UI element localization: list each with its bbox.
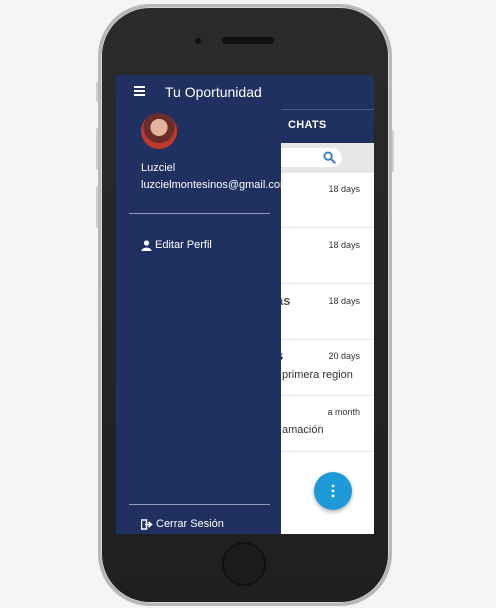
user-avatar	[141, 113, 177, 149]
item-time: 18 days	[328, 296, 360, 306]
phone-speaker	[222, 37, 274, 44]
user-name: Luzciel	[141, 162, 176, 174]
tab-chats[interactable]: CHATS	[288, 119, 327, 131]
item-time: 18 days	[328, 240, 360, 250]
drawer-divider	[129, 504, 270, 505]
navigation-drawer: Tu Oportunidad Luzciel luzcielmontesinos…	[116, 75, 289, 534]
item-time: 18 days	[328, 184, 360, 194]
logout-button[interactable]: Cerrar Sesión	[141, 518, 224, 530]
tab-divider	[281, 109, 374, 110]
item-time: a month	[327, 407, 360, 417]
phone-home-button[interactable]	[222, 542, 266, 586]
item-time: 20 days	[328, 351, 360, 361]
hamburger-menu-icon[interactable]	[134, 86, 145, 96]
app-title: Tu Oportunidad	[165, 84, 262, 100]
drawer-divider	[129, 213, 270, 214]
menu-item-editar-perfil[interactable]: Editar Perfil	[141, 239, 212, 251]
user-icon	[141, 239, 152, 251]
item-subtitle: primera region	[282, 369, 353, 381]
search-icon[interactable]	[323, 151, 336, 164]
user-email: luzcielmontesinos@gmail.com	[141, 179, 290, 191]
phone-screen: CHATS 18 days 18 days as 18 days s 20 da…	[116, 75, 374, 534]
logout-label: Cerrar Sesión	[156, 518, 224, 530]
sign-out-icon	[141, 518, 153, 530]
phone-camera	[195, 38, 201, 44]
more-vertical-icon	[331, 484, 335, 498]
fab-more-button[interactable]	[314, 472, 352, 510]
menu-item-label: Editar Perfil	[155, 239, 212, 251]
item-subtitle: amación	[282, 424, 324, 436]
